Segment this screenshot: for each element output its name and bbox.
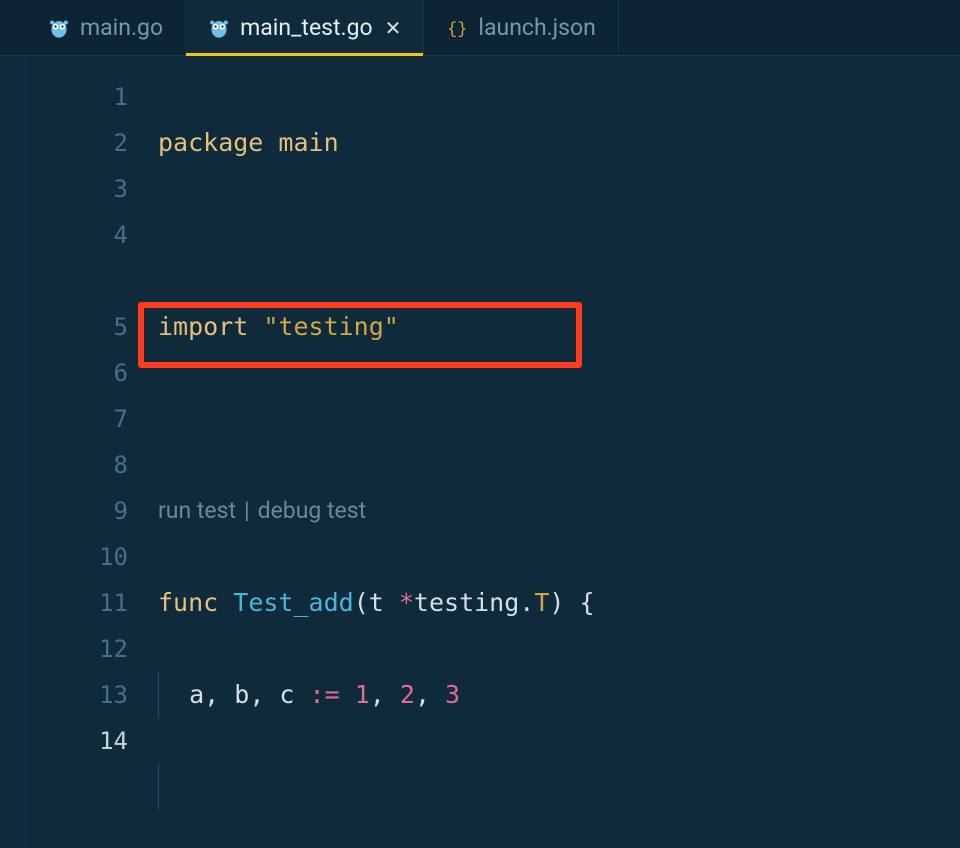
line-number: 4 bbox=[26, 212, 128, 258]
code-line bbox=[158, 764, 960, 810]
line-number: 12 bbox=[26, 626, 128, 672]
close-icon[interactable]: ✕ bbox=[385, 16, 402, 40]
codelens-run-test[interactable]: run test bbox=[158, 488, 236, 534]
go-file-icon bbox=[208, 17, 230, 39]
editor-left-edge bbox=[0, 56, 26, 848]
code-line: func Test_add(t *testing.T) { bbox=[158, 580, 960, 626]
line-number: 2 bbox=[26, 120, 128, 166]
tab-label: main.go bbox=[80, 14, 163, 41]
code-line bbox=[158, 396, 960, 442]
code-line: a, b, c := 1, 2, 3 bbox=[158, 672, 960, 718]
line-number: 8 bbox=[26, 442, 128, 488]
line-number: 10 bbox=[26, 534, 128, 580]
line-number: 6 bbox=[26, 350, 128, 396]
code-line: package main bbox=[158, 120, 960, 166]
codelens: run test|debug test bbox=[158, 488, 960, 534]
line-number: 11 bbox=[26, 580, 128, 626]
tab-launch-json[interactable]: launch.json bbox=[424, 0, 618, 55]
code-line: import "testing" bbox=[158, 304, 960, 350]
line-number: 3 bbox=[26, 166, 128, 212]
line-number: 1 bbox=[26, 74, 128, 120]
tab-main-go[interactable]: main.go bbox=[26, 0, 186, 55]
code-editor[interactable]: 1 2 3 4 5 6 7 8 9 10 11 12 13 14 package… bbox=[0, 56, 960, 848]
line-number: 7 bbox=[26, 396, 128, 442]
line-number: 5 bbox=[26, 304, 128, 350]
go-file-icon bbox=[48, 17, 70, 39]
tab-label: main_test.go bbox=[240, 14, 373, 41]
tab-main-test-go[interactable]: main_test.go ✕ bbox=[186, 0, 424, 55]
code-line bbox=[158, 212, 960, 258]
line-number: 13 bbox=[26, 672, 128, 718]
editor-tabbar: main.go main_test.go ✕ launch.json bbox=[0, 0, 960, 56]
json-file-icon bbox=[446, 17, 468, 39]
codelens-separator: | bbox=[244, 488, 250, 534]
codelens-debug-test[interactable]: debug test bbox=[258, 488, 367, 534]
line-number: 14 bbox=[26, 718, 128, 764]
line-number-blank bbox=[26, 258, 128, 304]
tab-label: launch.json bbox=[478, 14, 595, 41]
line-number: 9 bbox=[26, 488, 128, 534]
line-number-gutter: 1 2 3 4 5 6 7 8 9 10 11 12 13 14 bbox=[26, 56, 128, 848]
tabbar-left-gap bbox=[0, 0, 26, 55]
code-area[interactable]: package main import "testing" run test|d… bbox=[128, 56, 960, 848]
